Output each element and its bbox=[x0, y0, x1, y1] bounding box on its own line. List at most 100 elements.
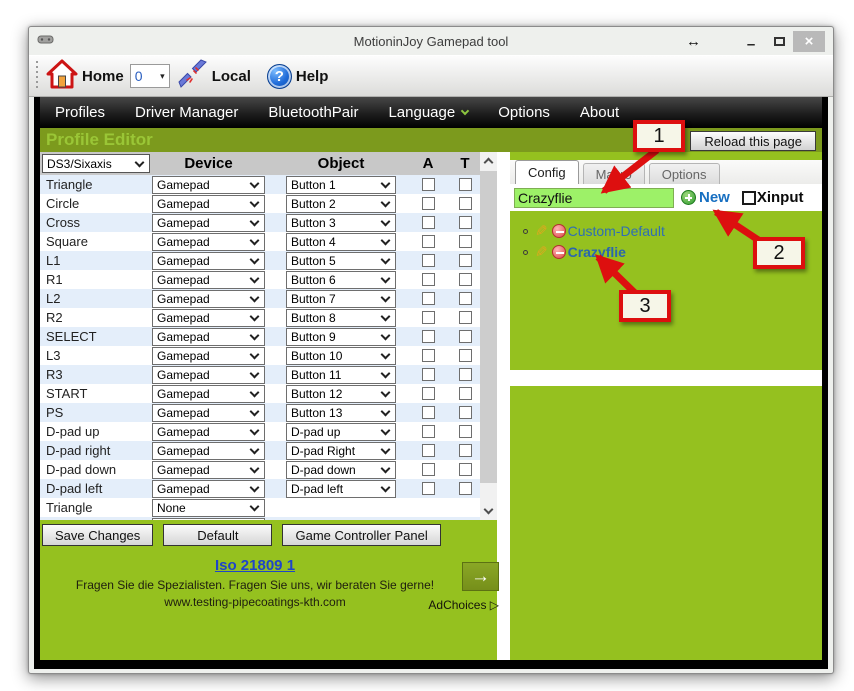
checkbox-a[interactable] bbox=[422, 216, 435, 229]
checkbox-a[interactable] bbox=[422, 254, 435, 267]
menu-bluetoothpair[interactable]: BluetoothPair bbox=[253, 97, 373, 128]
checkbox-t[interactable] bbox=[459, 387, 472, 400]
device-select[interactable]: Gamepad bbox=[152, 214, 265, 232]
maximize-button[interactable] bbox=[765, 31, 793, 52]
object-select[interactable]: D-pad down bbox=[286, 461, 396, 479]
ad-arrow-button[interactable]: → bbox=[462, 562, 499, 591]
save-changes-button[interactable]: Save Changes bbox=[42, 524, 153, 546]
reload-page-button[interactable]: Reload this page bbox=[690, 131, 816, 151]
checkbox-a[interactable] bbox=[422, 330, 435, 343]
object-select[interactable]: Button 2 bbox=[286, 195, 396, 213]
table-scrollbar[interactable] bbox=[480, 152, 497, 520]
device-select[interactable]: Gamepad bbox=[152, 480, 265, 498]
checkbox-t[interactable] bbox=[459, 330, 472, 343]
checkbox-a[interactable] bbox=[422, 368, 435, 381]
scrollbar-track[interactable] bbox=[480, 169, 497, 503]
profile-link-custom-default[interactable]: Custom-Default bbox=[568, 223, 665, 239]
object-select[interactable]: Button 8 bbox=[286, 309, 396, 327]
device-select[interactable]: Gamepad bbox=[152, 252, 265, 270]
object-select[interactable]: Button 3 bbox=[286, 214, 396, 232]
help-icon[interactable]: ? bbox=[267, 64, 292, 89]
device-select[interactable]: Gamepad bbox=[152, 442, 265, 460]
device-select[interactable]: Gamepad bbox=[152, 290, 265, 308]
menu-driver-manager[interactable]: Driver Manager bbox=[120, 97, 253, 128]
menu-about[interactable]: About bbox=[565, 97, 634, 128]
checkbox-t[interactable] bbox=[459, 368, 472, 381]
checkbox-a[interactable] bbox=[422, 273, 435, 286]
ad-title-link[interactable]: Iso 21809 1 bbox=[215, 557, 295, 574]
scrollbar-thumb[interactable] bbox=[480, 171, 497, 483]
device-select[interactable]: Gamepad bbox=[152, 347, 265, 365]
object-select[interactable]: Button 11 bbox=[286, 366, 396, 384]
tab-options[interactable]: Options bbox=[649, 163, 720, 184]
delete-minus-icon[interactable] bbox=[552, 224, 566, 238]
checkbox-a[interactable] bbox=[422, 349, 435, 362]
home-button[interactable]: Home bbox=[82, 68, 124, 85]
edit-pencil-icon[interactable]: ✎ bbox=[535, 224, 548, 239]
default-button[interactable]: Default bbox=[163, 524, 272, 546]
checkbox-a[interactable] bbox=[422, 463, 435, 476]
edit-pencil-icon[interactable]: ✎ bbox=[535, 245, 548, 260]
checkbox-t[interactable] bbox=[459, 463, 472, 476]
menu-options[interactable]: Options bbox=[483, 97, 565, 128]
profile-name-input[interactable] bbox=[514, 188, 674, 208]
xinput-checkbox[interactable] bbox=[742, 191, 756, 205]
checkbox-a[interactable] bbox=[422, 406, 435, 419]
local-button[interactable]: Local bbox=[212, 68, 251, 85]
checkbox-a[interactable] bbox=[422, 425, 435, 438]
help-button[interactable]: Help bbox=[296, 68, 329, 85]
checkbox-a[interactable] bbox=[422, 444, 435, 457]
close-button[interactable]: × bbox=[793, 31, 825, 52]
checkbox-t[interactable] bbox=[459, 216, 472, 229]
device-select[interactable]: Gamepad bbox=[152, 461, 265, 479]
add-plus-icon[interactable] bbox=[681, 190, 696, 205]
device-select[interactable]: Gamepad bbox=[152, 328, 265, 346]
device-select[interactable]: Gamepad bbox=[152, 423, 265, 441]
menu-language[interactable]: Language bbox=[373, 97, 483, 128]
object-select[interactable]: Button 5 bbox=[286, 252, 396, 270]
checkbox-t[interactable] bbox=[459, 349, 472, 362]
device-select[interactable]: Gamepad bbox=[152, 176, 265, 194]
checkbox-t[interactable] bbox=[459, 254, 472, 267]
tab-macro[interactable]: Macro bbox=[583, 163, 645, 184]
tab-config[interactable]: Config bbox=[515, 160, 579, 184]
device-select[interactable]: Gamepad bbox=[152, 195, 265, 213]
home-icon[interactable] bbox=[46, 58, 78, 95]
checkbox-t[interactable] bbox=[459, 425, 472, 438]
controller-type-select[interactable]: DS3/Sixaxis bbox=[42, 154, 150, 173]
adchoices-link[interactable]: AdChoices ▷ bbox=[40, 598, 499, 612]
new-profile-button[interactable]: New bbox=[699, 189, 730, 206]
checkbox-t[interactable] bbox=[459, 444, 472, 457]
checkbox-t[interactable] bbox=[459, 273, 472, 286]
checkbox-t[interactable] bbox=[459, 178, 472, 191]
checkbox-t[interactable] bbox=[459, 197, 472, 210]
menu-profiles[interactable]: Profiles bbox=[40, 97, 120, 128]
checkbox-a[interactable] bbox=[422, 387, 435, 400]
object-select[interactable]: Button 9 bbox=[286, 328, 396, 346]
object-select[interactable]: Button 7 bbox=[286, 290, 396, 308]
profile-link-crazyflie[interactable]: Crazyflie bbox=[568, 244, 626, 260]
game-controller-panel-button[interactable]: Game Controller Panel bbox=[282, 524, 440, 546]
checkbox-a[interactable] bbox=[422, 178, 435, 191]
checkbox-a[interactable] bbox=[422, 235, 435, 248]
local-connect-icon[interactable] bbox=[178, 59, 208, 94]
checkbox-t[interactable] bbox=[459, 311, 472, 324]
player-number-select[interactable]: 0 ▾ bbox=[130, 64, 170, 88]
checkbox-t[interactable] bbox=[459, 482, 472, 495]
object-select[interactable]: Button 4 bbox=[286, 233, 396, 251]
object-select[interactable]: Button 6 bbox=[286, 271, 396, 289]
delete-minus-icon[interactable] bbox=[552, 245, 566, 259]
scroll-down-button[interactable] bbox=[480, 503, 497, 520]
device-select[interactable]: Gamepad bbox=[152, 385, 265, 403]
object-select[interactable]: D-pad up bbox=[286, 423, 396, 441]
device-select[interactable]: Gamepad bbox=[152, 366, 265, 384]
device-select[interactable]: Gamepad bbox=[152, 309, 265, 327]
device-select[interactable]: None bbox=[152, 499, 265, 517]
checkbox-a[interactable] bbox=[422, 197, 435, 210]
object-select[interactable]: Button 1 bbox=[286, 176, 396, 194]
scroll-up-button[interactable] bbox=[480, 152, 497, 169]
object-select[interactable]: Button 10 bbox=[286, 347, 396, 365]
device-select[interactable]: Gamepad bbox=[152, 271, 265, 289]
checkbox-a[interactable] bbox=[422, 292, 435, 305]
toolbar-grip[interactable] bbox=[35, 61, 40, 91]
